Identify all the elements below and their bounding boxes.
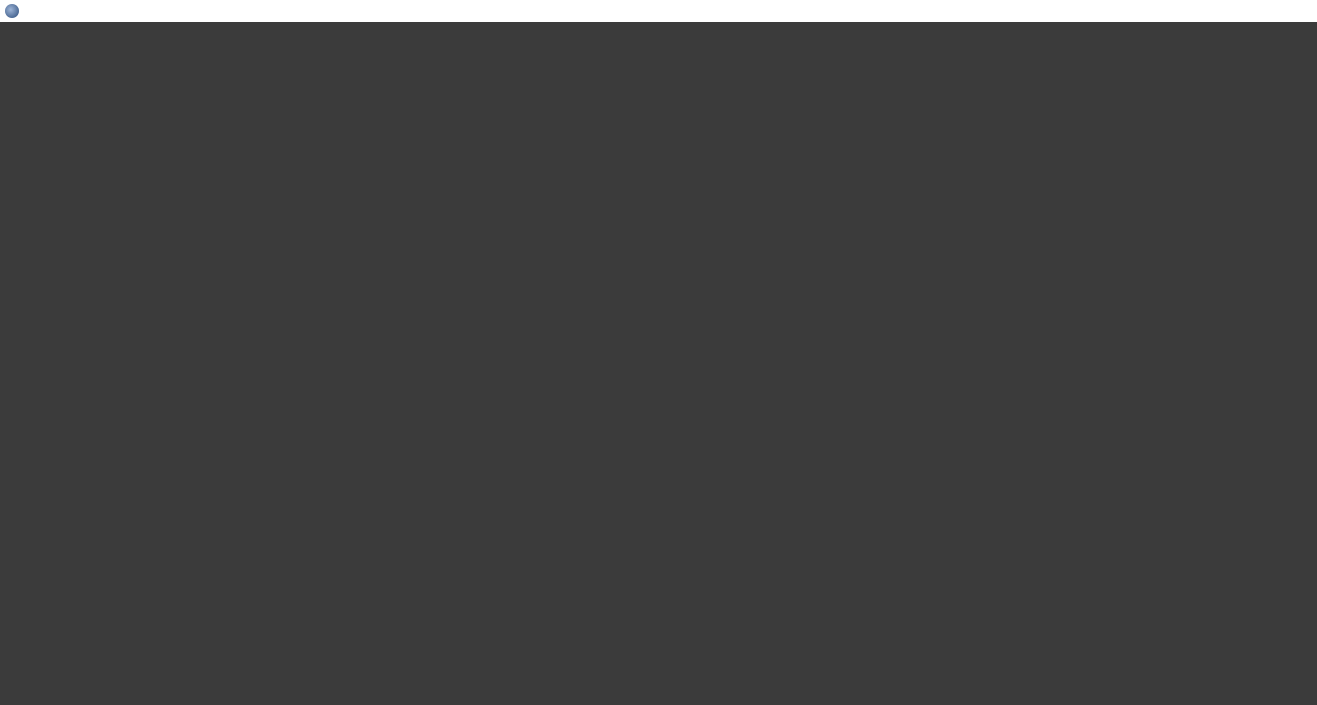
window-title-bar [0,0,1317,22]
cinema4d-app-icon [5,4,19,18]
